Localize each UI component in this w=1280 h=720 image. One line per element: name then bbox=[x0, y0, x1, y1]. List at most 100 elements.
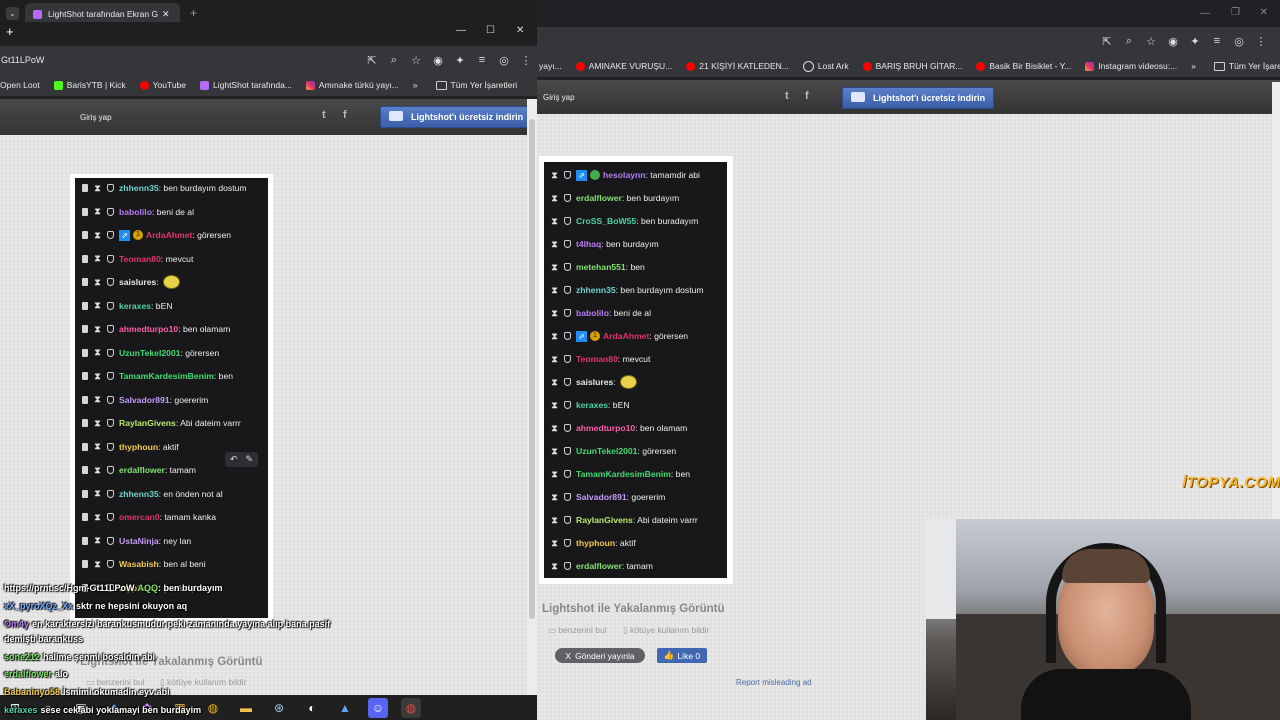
chat-message[interactable]: ⧗ saislures: bbox=[75, 272, 268, 292]
chat-message[interactable]: ⧗ erdalflower: tamam bbox=[544, 556, 727, 576]
timeout-icon[interactable]: ⧗ bbox=[94, 324, 101, 335]
shield-icon[interactable] bbox=[564, 516, 571, 524]
shield-icon[interactable] bbox=[564, 447, 571, 455]
media-icon[interactable]: ≡ bbox=[1206, 35, 1228, 47]
bookmark-item[interactable]: Lost Ark bbox=[802, 60, 849, 72]
chat-message[interactable]: ⧗ Wasabish: ben al beni bbox=[75, 554, 268, 574]
chat-username[interactable]: t4lhaq bbox=[576, 239, 601, 249]
timeout-icon[interactable]: ⧗ bbox=[94, 347, 101, 358]
facebook-icon[interactable]: f bbox=[805, 90, 809, 102]
steam-icon[interactable]: ⊛ bbox=[269, 698, 289, 718]
obs-icon[interactable]: ◐ bbox=[302, 698, 322, 718]
timeout-icon[interactable]: ⧗ bbox=[94, 371, 101, 382]
shield-icon[interactable] bbox=[107, 513, 114, 521]
timeout-icon[interactable]: ⧗ bbox=[551, 170, 558, 181]
chat-username[interactable]: zhhenn35 bbox=[576, 285, 616, 295]
shield-icon[interactable] bbox=[107, 536, 114, 545]
trash-icon[interactable] bbox=[82, 489, 88, 498]
bookmark-item[interactable]: 21 KİŞİYİ KATLEDEN... bbox=[686, 61, 789, 71]
shield-icon[interactable] bbox=[564, 470, 571, 478]
timeout-icon[interactable]: ⧗ bbox=[94, 512, 101, 523]
trash-icon[interactable] bbox=[82, 301, 88, 310]
left-scrollbar[interactable] bbox=[527, 99, 537, 695]
right-similar-link[interactable]: ▭ benzerini bul bbox=[548, 625, 607, 636]
shield-icon[interactable] bbox=[107, 231, 114, 239]
timeout-icon[interactable]: ⧗ bbox=[551, 331, 558, 342]
timeout-icon[interactable]: ⧗ bbox=[551, 308, 558, 319]
chat-username[interactable]: UstaNinja bbox=[119, 536, 159, 546]
new-tab-icon[interactable]: + bbox=[190, 6, 197, 20]
restore-icon[interactable]: ❐ bbox=[1231, 7, 1240, 18]
chat-message[interactable]: ⧗ zhhenn35: ben burdayım dostum bbox=[75, 178, 268, 198]
shield-icon[interactable] bbox=[564, 171, 571, 179]
chat-username[interactable]: erdalflower bbox=[576, 193, 622, 203]
chrome-active-icon[interactable]: ◍ bbox=[401, 697, 421, 718]
trash-icon[interactable] bbox=[82, 207, 88, 216]
minimize-icon[interactable]: — bbox=[456, 25, 466, 36]
timeout-icon[interactable]: ⧗ bbox=[551, 492, 558, 503]
right-report-link[interactable]: ▯ kötüye kullanım bildir bbox=[623, 625, 709, 636]
maximize-icon[interactable]: ☐ bbox=[486, 25, 495, 36]
shield-icon[interactable] bbox=[107, 325, 114, 333]
shield-icon[interactable] bbox=[107, 301, 114, 310]
trash-icon[interactable] bbox=[82, 184, 88, 192]
shield-icon[interactable] bbox=[107, 372, 114, 380]
chat-message[interactable]: ⧗ erdalflower: ben burdayım bbox=[544, 188, 727, 208]
trash-icon[interactable] bbox=[82, 395, 88, 404]
shield-icon[interactable] bbox=[107, 489, 114, 498]
chat-username[interactable]: omercan0 bbox=[119, 512, 160, 522]
chat-username[interactable]: TamamKardesimBenim bbox=[119, 371, 214, 381]
bookmark-item[interactable]: Basik Bir Bisiklet - Y... bbox=[976, 61, 1071, 71]
bookmark-item[interactable]: Open Loot bbox=[0, 80, 40, 90]
timeout-icon[interactable]: ⧗ bbox=[94, 277, 101, 288]
timeout-icon[interactable]: ⧗ bbox=[551, 262, 558, 273]
chat-username[interactable]: UzunTekel2001 bbox=[119, 348, 180, 358]
shield-icon[interactable] bbox=[564, 562, 571, 570]
chat-message[interactable]: ⧗ ⇗ 1 ArdaAhmet: görersen bbox=[75, 225, 268, 245]
trash-icon[interactable] bbox=[82, 348, 88, 357]
timeout-icon[interactable]: ⧗ bbox=[551, 377, 558, 388]
chat-message[interactable]: ⧗ UzunTekel2001: görersen bbox=[75, 343, 268, 363]
shield-icon[interactable] bbox=[564, 401, 571, 409]
timeout-icon[interactable]: ⧗ bbox=[94, 230, 101, 241]
discord-icon[interactable]: ☺ bbox=[368, 697, 388, 718]
trash-icon[interactable] bbox=[82, 513, 88, 521]
media-icon[interactable]: ≡ bbox=[471, 54, 493, 66]
chat-username[interactable]: saislures bbox=[119, 277, 156, 287]
timeout-icon[interactable]: ⧗ bbox=[551, 423, 558, 434]
shield-icon[interactable] bbox=[107, 560, 114, 568]
puzzle-icon[interactable]: ✦ bbox=[449, 54, 471, 67]
chat-message[interactable]: ⧗ thyphoun: aktif bbox=[544, 533, 727, 553]
chat-username[interactable]: keraxes bbox=[119, 301, 151, 311]
zoom-icon[interactable]: ⌕ bbox=[1118, 35, 1140, 48]
more-bookmarks-icon[interactable]: » bbox=[413, 80, 418, 90]
facebook-icon[interactable]: f bbox=[343, 109, 347, 121]
chrome-icon[interactable]: ◍ bbox=[203, 698, 223, 718]
chat-username[interactable]: babolilo bbox=[119, 207, 152, 217]
profile-icon[interactable]: ◎ bbox=[493, 54, 515, 67]
close-window-icon[interactable]: ✕ bbox=[516, 25, 524, 36]
bookmark-all[interactable]: Tüm Yer İşaretleri bbox=[435, 80, 517, 90]
zoom-icon[interactable]: ⌕ bbox=[383, 54, 405, 67]
shield-icon[interactable] bbox=[564, 378, 571, 386]
bookmark-item[interactable]: Instagram videosu:... bbox=[1085, 61, 1177, 71]
pin-icon[interactable]: ✎ bbox=[246, 454, 254, 465]
left-report-link[interactable]: ▯ kötüye kullanım bildir bbox=[160, 677, 246, 688]
chat-message[interactable]: ⧗ keraxes: bEN bbox=[544, 395, 727, 415]
chat-message[interactable]: ⧗ Teoman80: mevcut bbox=[75, 249, 268, 269]
trash-icon[interactable] bbox=[82, 466, 88, 474]
chat-username[interactable]: ahmedturpo10 bbox=[119, 324, 178, 334]
chat-username[interactable]: metehan551 bbox=[576, 262, 626, 272]
timeout-icon[interactable]: ⧗ bbox=[94, 394, 101, 405]
minimize-icon[interactable]: — bbox=[1200, 8, 1210, 19]
extension-icon[interactable]: ◉ bbox=[427, 54, 449, 67]
chat-username[interactable]: Salvador891 bbox=[119, 395, 170, 405]
star-icon[interactable]: ☆ bbox=[1140, 35, 1162, 48]
timeout-icon[interactable]: ⧗ bbox=[94, 183, 101, 194]
chat-username[interactable]: babolilo bbox=[576, 308, 609, 318]
timeout-icon[interactable]: ⧗ bbox=[94, 253, 101, 264]
chat-username[interactable]: ArdaAhmet bbox=[146, 230, 192, 240]
timeout-icon[interactable]: ⧗ bbox=[551, 354, 558, 365]
trash-icon[interactable] bbox=[82, 278, 88, 286]
trash-icon[interactable] bbox=[82, 419, 88, 427]
